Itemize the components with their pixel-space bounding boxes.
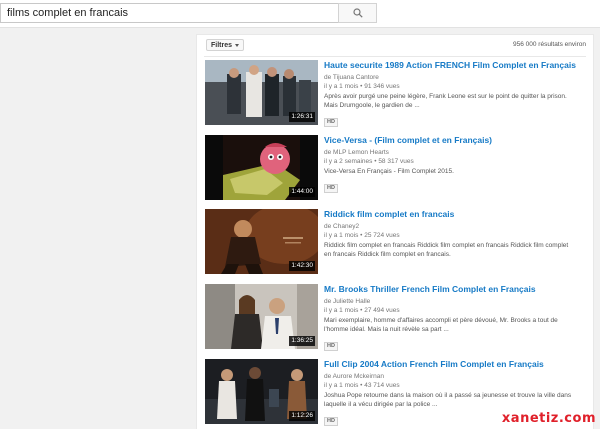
video-meta: il y a 2 semaines • 58 317 vues bbox=[324, 158, 414, 165]
hd-badge: HD bbox=[324, 342, 338, 351]
description-line: Joshua Pope retourne dans la maison où i… bbox=[324, 392, 572, 399]
hd-badge: HD bbox=[324, 184, 338, 193]
results-panel: Filtres 956 000 résultats environ 1:26:3… bbox=[196, 34, 594, 429]
video-duration: 1:44:00 bbox=[289, 187, 315, 197]
video-age: il y a 1 mois bbox=[324, 307, 359, 314]
hd-badge: HD bbox=[324, 118, 338, 127]
description-line: laquelle il a vécu dirigée par la police… bbox=[324, 401, 438, 408]
description-line: l'homme idéal. Mais la nuit révèle sa pa… bbox=[324, 326, 449, 333]
chevron-down-icon bbox=[235, 43, 240, 47]
video-title-link[interactable]: Vice-Versa - (Film complet et en Françai… bbox=[324, 135, 588, 146]
video-title-link[interactable]: Haute securite 1989 Action FRENCH Film C… bbox=[324, 60, 588, 71]
description-line: Vice-Versa En Français - Film Complet 20… bbox=[324, 168, 454, 175]
video-thumbnail[interactable]: 1:42:30 bbox=[205, 209, 318, 274]
video-title-link[interactable]: Riddick film complet en francais bbox=[324, 209, 588, 220]
video-duration: 1:12:26 bbox=[289, 411, 315, 421]
watermark-text: xanetiz.com bbox=[501, 411, 596, 426]
hd-badge: HD bbox=[324, 417, 338, 426]
search-button[interactable] bbox=[338, 3, 377, 23]
video-thumbnail[interactable]: 1:44:00 bbox=[205, 135, 318, 200]
video-age: il y a 1 mois bbox=[324, 232, 359, 239]
video-description: Joshua Pope retourne dans la maison où i… bbox=[324, 391, 588, 409]
video-views: 91 346 vues bbox=[364, 83, 400, 90]
description-line: Après avoir purgé une peine légère, Fran… bbox=[324, 93, 567, 100]
video-duration: 1:36:25 bbox=[289, 336, 315, 346]
video-meta: il y a 1 mois • 27 494 vues bbox=[324, 307, 400, 314]
video-views: 27 494 vues bbox=[364, 307, 400, 314]
channel-name[interactable]: de Tijuana Cantore bbox=[324, 73, 588, 82]
search-icon bbox=[352, 8, 363, 18]
video-info: Riddick film complet en francais de Chan… bbox=[324, 209, 588, 259]
channel-name[interactable]: de MLP Lemon Hearts bbox=[324, 148, 588, 157]
video-result: 1:44:00 Vice-Versa - (Film complet et en… bbox=[205, 135, 588, 201]
video-title-link[interactable]: Full Clip 2004 Action French Film Comple… bbox=[324, 359, 588, 370]
video-result: 1:36:25 Mr. Brooks Thriller French Film … bbox=[205, 284, 588, 352]
video-age: il y a 1 mois bbox=[324, 83, 359, 90]
result-count: 956 000 résultats environ bbox=[513, 41, 586, 48]
video-description: Riddick film complet en francais Riddick… bbox=[324, 241, 588, 259]
video-description: Vice-Versa En Français - Film Complet 20… bbox=[324, 167, 588, 176]
video-info: Mr. Brooks Thriller French Film Complet … bbox=[324, 284, 588, 352]
video-result: 1:26:31 Haute securite 1989 Action FRENC… bbox=[205, 60, 588, 128]
video-result: 1:42:30 Riddick film complet en francais… bbox=[205, 209, 588, 275]
description-line: en francais Riddick film complet en fran… bbox=[324, 251, 451, 258]
masthead bbox=[0, 0, 600, 28]
video-age: il y a 1 mois bbox=[324, 382, 359, 389]
video-description: Après avoir purgé une peine légère, Fran… bbox=[324, 92, 588, 110]
video-meta: il y a 1 mois • 91 346 vues bbox=[324, 83, 400, 90]
channel-name[interactable]: de Aurore Mckeirnan bbox=[324, 372, 588, 381]
video-thumbnail[interactable]: 1:12:26 bbox=[205, 359, 318, 424]
video-thumbnail[interactable]: 1:36:25 bbox=[205, 284, 318, 349]
video-meta: il y a 1 mois • 25 724 vues bbox=[324, 232, 400, 239]
video-description: Mari exemplaire, homme d'affaires accomp… bbox=[324, 316, 588, 334]
description-line: Mais Drumgoole, le gardien de ... bbox=[324, 102, 420, 109]
filter-button[interactable]: Filtres bbox=[206, 39, 245, 51]
video-views: 43 714 vues bbox=[364, 382, 400, 389]
description-line: Riddick film complet en francais Riddick… bbox=[324, 242, 569, 249]
video-duration: 1:42:30 bbox=[289, 261, 315, 271]
search-input[interactable] bbox=[0, 3, 338, 23]
video-views: 25 724 vues bbox=[364, 232, 400, 239]
video-age: il y a 2 semaines bbox=[324, 158, 373, 165]
video-views: 58 317 vues bbox=[378, 158, 414, 165]
divider bbox=[204, 56, 586, 57]
video-thumbnail[interactable]: 1:26:31 bbox=[205, 60, 318, 125]
video-duration: 1:26:31 bbox=[289, 112, 315, 122]
video-meta: il y a 1 mois • 43 714 vues bbox=[324, 382, 400, 389]
video-info: Haute securite 1989 Action FRENCH Film C… bbox=[324, 60, 588, 128]
filter-label: Filtres bbox=[211, 41, 233, 49]
description-line: Mari exemplaire, homme d'affaires accomp… bbox=[324, 317, 558, 324]
video-info: Vice-Versa - (Film complet et en Françai… bbox=[324, 135, 588, 194]
channel-name[interactable]: de Juliette Halle bbox=[324, 297, 588, 306]
video-title-link[interactable]: Mr. Brooks Thriller French Film Complet … bbox=[324, 284, 588, 295]
channel-name[interactable]: de Chaney2 bbox=[324, 222, 588, 231]
